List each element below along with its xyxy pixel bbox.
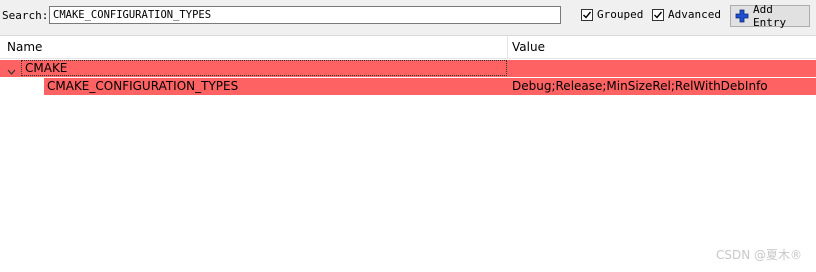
advanced-checkbox[interactable]: Advanced (652, 8, 721, 21)
search-input[interactable]: CMAKE_CONFIGURATION_TYPES (49, 6, 561, 24)
search-label: Search: (2, 9, 49, 22)
watermark: CSDN @夏木® (715, 248, 802, 262)
checkbox-checked-icon (581, 8, 593, 21)
column-header-name[interactable]: Name (7, 40, 42, 54)
grouped-label: Grouped (597, 8, 644, 21)
column-header-value[interactable]: Value (512, 40, 545, 54)
entry-value[interactable]: Debug;Release;MinSizeRel;RelWithDebInfo (512, 78, 768, 95)
column-divider[interactable] (507, 36, 508, 58)
add-entry-button[interactable]: Add Entry (730, 3, 810, 29)
group-name: CMAKE (25, 61, 68, 75)
plus-icon (735, 9, 749, 23)
toolbar: Search: CMAKE_CONFIGURATION_TYPES Groupe… (0, 0, 816, 33)
add-entry-label: Add Entry (753, 3, 787, 29)
checkbox-checked-icon (652, 8, 664, 21)
focus-rectangle (21, 60, 507, 76)
tree-header: Name Value (0, 36, 816, 59)
grouped-checkbox[interactable]: Grouped (581, 8, 643, 21)
advanced-label: Advanced (668, 8, 721, 21)
cache-tree-view[interactable]: Name Value CMAKE CMAKE_CONFIGURATION_TYP… (0, 35, 816, 272)
entry-name: CMAKE_CONFIGURATION_TYPES (47, 79, 239, 93)
chevron-down-icon[interactable] (7, 64, 16, 78)
